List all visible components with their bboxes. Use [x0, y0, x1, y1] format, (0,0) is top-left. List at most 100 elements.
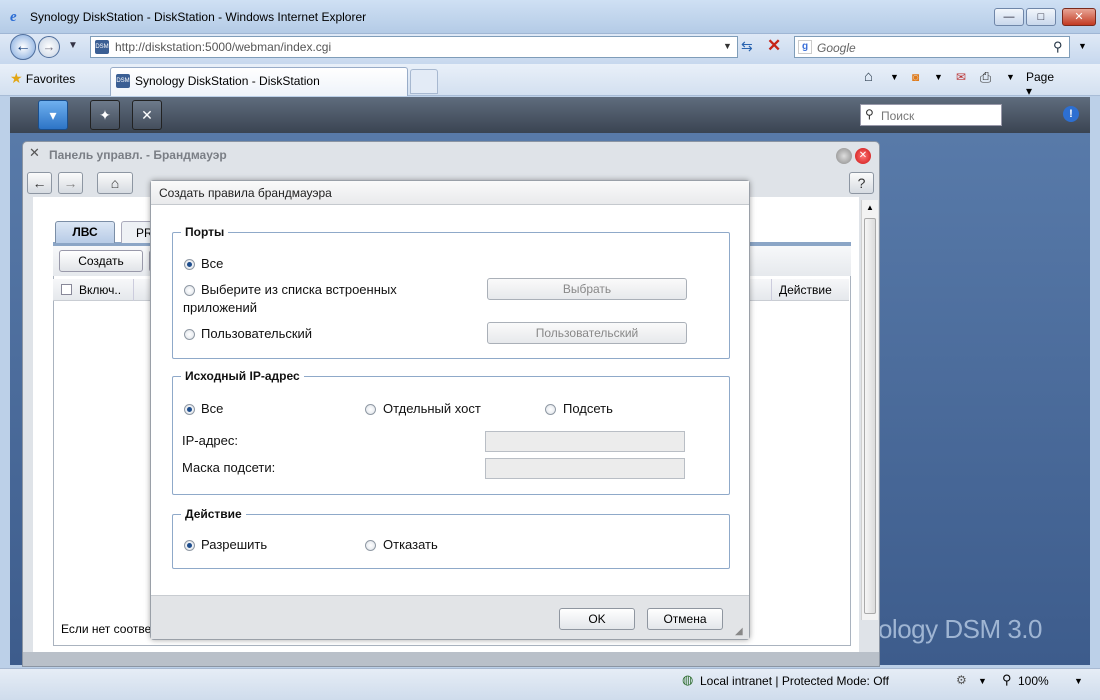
back-button[interactable]: ← — [27, 172, 52, 194]
dsm-search-input[interactable]: ⚲ Поиск — [860, 104, 1002, 126]
page-menu-label: Page — [1026, 70, 1055, 84]
search-field[interactable]: g Google ⚲ — [794, 36, 1070, 58]
subnet-label: Подсеть — [563, 401, 613, 416]
select-button[interactable]: Выбрать — [487, 278, 687, 300]
create-firewall-rules-dialog: Создать правила брандмауэра Порты Все Вы… — [150, 180, 750, 640]
source-all-label: Все — [201, 401, 224, 416]
star-icon: ★ — [10, 70, 23, 86]
allow-label: Разрешить — [201, 537, 268, 552]
forward-button[interactable]: → — [38, 36, 60, 58]
window-title: Панель управл. - Брандмауэр — [49, 148, 227, 162]
single-host-label: Отдельный хост — [383, 401, 481, 416]
scroll-up-icon[interactable]: ▲ — [866, 203, 874, 212]
vertical-scrollbar[interactable]: ▲ — [861, 200, 878, 620]
intranet-icon: ◍ — [682, 672, 694, 687]
site-favicon-icon: DSM — [95, 40, 109, 54]
settings-icon[interactable]: ⚙ — [956, 673, 967, 687]
custom-ports-button[interactable]: Пользовательский — [487, 322, 687, 344]
search-icon: ⚲ — [865, 107, 874, 121]
help-button[interactable]: ? — [849, 172, 874, 194]
info-icon[interactable]: ! — [1063, 106, 1079, 122]
ports-all-radio[interactable] — [184, 259, 195, 270]
tab-lan[interactable]: ЛВС — [55, 221, 115, 243]
ip-address-input[interactable] — [485, 431, 685, 452]
column-divider — [771, 279, 772, 301]
quick-wizard-button[interactable]: ✦ — [90, 100, 120, 130]
subnet-mask-label: Маска подсети: — [182, 460, 276, 475]
minimize-button[interactable]: — — [994, 8, 1024, 26]
search-options-icon[interactable]: ▼ — [1078, 41, 1087, 51]
address-field[interactable]: DSM http://diskstation:5000/webman/index… — [90, 36, 738, 58]
ports-builtin-radio[interactable] — [184, 285, 195, 296]
deny-radio[interactable] — [365, 540, 376, 551]
status-bar — [0, 668, 1100, 700]
single-host-radio[interactable] — [365, 404, 376, 415]
cancel-button[interactable]: Отмена — [647, 608, 723, 630]
google-icon: g — [798, 40, 812, 54]
chevron-down-icon: ▾ — [49, 107, 57, 123]
new-tab-button[interactable] — [410, 69, 438, 94]
tools-icon: ✕ — [29, 145, 40, 160]
ip-address-label: IP-адрес: — [182, 433, 238, 448]
dialog-body: Порты Все Выберите из списка встроенных … — [151, 205, 749, 595]
main-menu-button[interactable]: ▾ — [38, 100, 68, 130]
feeds-dropdown-icon[interactable]: ▼ — [934, 72, 943, 82]
browser-tab[interactable]: DSM Synology DiskStation - DiskStation — [110, 67, 408, 96]
forward-button[interactable]: → — [58, 172, 83, 194]
feeds-icon[interactable]: ◙ — [912, 70, 919, 84]
column-action[interactable]: Действие — [779, 283, 832, 297]
column-enabled[interactable]: Включ.. — [79, 283, 121, 297]
help-icon: ? — [857, 175, 866, 191]
ports-all-label: Все — [201, 256, 224, 271]
ie-title-bar: e Synology DiskStation - DiskStation - W… — [0, 0, 1100, 34]
ports-custom-label: Пользовательский — [201, 326, 313, 341]
print-dropdown-icon[interactable]: ▼ — [1006, 72, 1015, 82]
address-url: http://diskstation:5000/webman/index.cgi — [115, 40, 332, 54]
back-button[interactable]: ← — [10, 34, 36, 60]
ok-button[interactable]: OK — [559, 608, 635, 630]
page-menu[interactable]: Page ▾ — [1026, 70, 1054, 98]
security-zone[interactable]: Local intranet | Protected Mode: Off — [700, 674, 889, 688]
home-dropdown-icon[interactable]: ▼ — [890, 72, 899, 82]
resize-grip-icon[interactable]: ◢ — [735, 626, 743, 637]
ports-builtin-label-line2: приложений — [183, 300, 257, 315]
close-window-button[interactable]: ✕ — [1062, 8, 1096, 26]
tools-icon: ✕ — [141, 107, 153, 123]
favorites-button[interactable]: ★ Favorites — [10, 70, 75, 87]
ports-builtin-label-line1: Выберите из списка встроенных — [201, 282, 397, 297]
source-all-radio[interactable] — [184, 404, 195, 415]
recent-pages-dropdown-icon[interactable]: ▼ — [68, 40, 78, 51]
allow-radio[interactable] — [184, 540, 195, 551]
address-dropdown-icon[interactable]: ▼ — [723, 41, 732, 51]
zoom-dropdown-icon[interactable]: ▼ — [1074, 676, 1083, 686]
home-button[interactable]: ⌂ — [97, 172, 133, 194]
maximize-button[interactable]: □ — [1026, 8, 1056, 26]
dialog-title: Создать правила брандмауэра — [151, 181, 749, 205]
subnet-radio[interactable] — [545, 404, 556, 415]
print-icon[interactable]: ⎙ — [980, 69, 991, 86]
control-panel-taskbar-button[interactable]: ✕ — [132, 100, 162, 130]
stop-icon[interactable]: ✕ — [767, 36, 781, 56]
settings-dropdown-icon[interactable]: ▼ — [978, 676, 987, 686]
zoom-level[interactable]: 100% — [1018, 674, 1049, 688]
create-button[interactable]: Создать — [59, 250, 143, 272]
source-ip-legend: Исходный IP-адрес — [185, 369, 300, 383]
search-icon[interactable]: ⚲ — [1053, 39, 1063, 55]
search-placeholder: Google — [817, 41, 856, 55]
select-all-checkbox[interactable] — [61, 284, 72, 295]
ports-custom-radio[interactable] — [184, 329, 195, 340]
dialog-footer: OK Отмена ◢ — [151, 595, 749, 639]
ie-logo-icon: e — [10, 9, 17, 25]
ports-legend: Порты — [185, 225, 225, 239]
tab-favicon-icon: DSM — [116, 74, 130, 88]
mail-icon[interactable]: ✉ — [956, 70, 966, 84]
favorites-label: Favorites — [25, 72, 76, 86]
close-window-button[interactable]: ✕ — [855, 148, 871, 164]
refresh-icon[interactable]: ⇆ — [741, 38, 753, 55]
home-icon[interactable]: ⌂ — [864, 68, 873, 85]
home-icon: ⌂ — [110, 175, 120, 191]
subnet-mask-input[interactable] — [485, 458, 685, 479]
dsm-search-placeholder: Поиск — [881, 109, 915, 123]
minimize-window-button[interactable] — [836, 148, 852, 164]
scroll-thumb[interactable] — [864, 218, 876, 614]
